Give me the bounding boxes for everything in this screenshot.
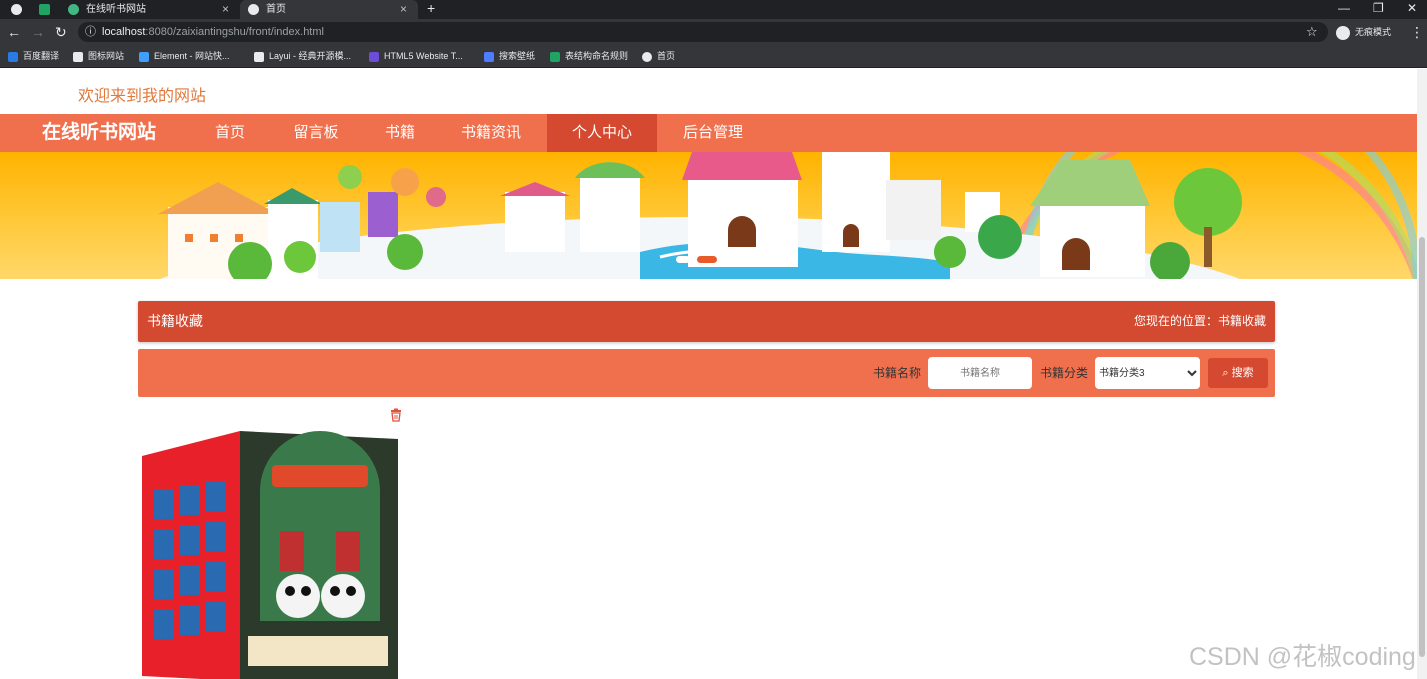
banner-carousel[interactable] (0, 152, 1417, 279)
breadcrumb: 书籍收藏 您现在的位置：书籍收藏 (138, 301, 1275, 342)
carousel-dot-active[interactable] (697, 256, 717, 263)
menu-icon[interactable]: ⋮ (1410, 22, 1424, 42)
close-window-button[interactable]: ✕ (1407, 0, 1417, 19)
bookmark-element[interactable]: Element - 网站快... (139, 45, 230, 67)
bookmark-wallpaper[interactable]: 搜索壁纸 (484, 45, 535, 67)
tab-title: 首页 (266, 4, 286, 15)
search-form: 书籍名称 书籍分类 书籍分类3 ⌕ 搜索 (138, 349, 1275, 397)
bookmark-icon (8, 51, 18, 62)
new-tab-button[interactable]: + (427, 0, 435, 19)
globe-icon (11, 4, 22, 15)
sheet-icon (550, 51, 560, 62)
flag-icon (73, 51, 83, 62)
book-category-label: 书籍分类 (1040, 366, 1089, 380)
app-icon (39, 4, 50, 15)
welcome-text: 欢迎来到我的网站 (78, 88, 207, 105)
restore-button[interactable]: ❐ (1373, 0, 1384, 19)
watermark: CSDN @花椒coding (1189, 643, 1416, 671)
scrollbar-thumb[interactable] (1419, 237, 1425, 657)
book-cover-image[interactable] (140, 431, 402, 679)
carousel-dot[interactable] (723, 256, 737, 263)
tab-title: 在线听书网站 (86, 4, 146, 15)
nav-book-news[interactable]: 书籍资讯 (448, 114, 534, 152)
page-title: 书籍收藏 (147, 313, 203, 329)
nav-admin[interactable]: 后台管理 (670, 114, 756, 152)
nav-home[interactable]: 首页 (196, 114, 264, 152)
search-button[interactable]: ⌕ 搜索 (1208, 358, 1268, 388)
bookmark-icon-site[interactable]: 图标网站 (73, 45, 124, 67)
reload-icon[interactable]: ↻ (55, 22, 67, 42)
bookmark-html5[interactable]: HTML5 Website T... (369, 45, 463, 67)
vue-icon (68, 4, 79, 15)
nav-books[interactable]: 书籍 (368, 114, 432, 152)
nav-personal-center[interactable]: 个人中心 (547, 114, 657, 152)
close-icon[interactable]: × (400, 0, 407, 19)
bookmark-home[interactable]: 首页 (642, 45, 675, 67)
tab-site[interactable]: 在线听书网站 × (60, 0, 236, 19)
tab-home[interactable]: 首页 × (240, 0, 418, 19)
globe-icon (248, 4, 259, 15)
forward-icon[interactable]: → (31, 22, 45, 42)
site-brand[interactable]: 在线听书网站 (42, 114, 156, 152)
star-icon[interactable]: ☆ (1306, 22, 1318, 42)
tab-pinned-app[interactable] (38, 0, 54, 19)
book-name-label: 书籍名称 (873, 366, 922, 380)
page-scrollbar[interactable] (1417, 69, 1427, 679)
search-icon: ⌕ (1222, 367, 1229, 379)
close-icon[interactable]: × (222, 0, 229, 19)
incognito-badge[interactable]: 无痕模式 (1336, 23, 1391, 41)
delete-icon[interactable] (389, 408, 403, 422)
web-page: 欢迎来到我的网站 在线听书网站 首页 留言板 书籍 书籍资讯 个人中心 后台管理 (0, 69, 1417, 679)
url-text[interactable]: localhost:8080/zaixiantingshu/front/inde… (102, 22, 324, 42)
carousel-dot[interactable] (676, 256, 690, 263)
browser-tab-strip: 在线听书网站 × 首页 × + — ❐ ✕ (0, 0, 1427, 19)
incognito-icon (1336, 25, 1350, 40)
minimize-button[interactable]: — (1338, 0, 1350, 19)
current-location: 您现在的位置：书籍收藏 (1133, 314, 1266, 328)
bookmark-baidu-translate[interactable]: 百度翻译 (8, 45, 59, 67)
bookmark-layui[interactable]: Layui - 经典开源模... (254, 45, 351, 67)
info-icon[interactable]: ⓘ (85, 22, 96, 42)
nav-message-board[interactable]: 留言板 (280, 114, 352, 152)
layui-icon (254, 51, 264, 62)
search-button-label: 搜索 (1231, 367, 1254, 379)
wallpaper-icon (484, 51, 494, 62)
book-category-select[interactable]: 书籍分类3 (1095, 357, 1200, 389)
hexagon-icon (139, 51, 149, 62)
book-name-input[interactable] (928, 357, 1032, 389)
bookmark-table-naming[interactable]: 表结构命名规则 (550, 45, 628, 67)
back-icon[interactable]: ← (7, 22, 21, 42)
main-nav: 在线听书网站 首页 留言板 书籍 书籍资讯 个人中心 后台管理 (0, 114, 1417, 152)
globe-icon (642, 51, 652, 62)
tab-globe-pinned[interactable] (8, 0, 26, 19)
html5-icon (369, 51, 379, 62)
